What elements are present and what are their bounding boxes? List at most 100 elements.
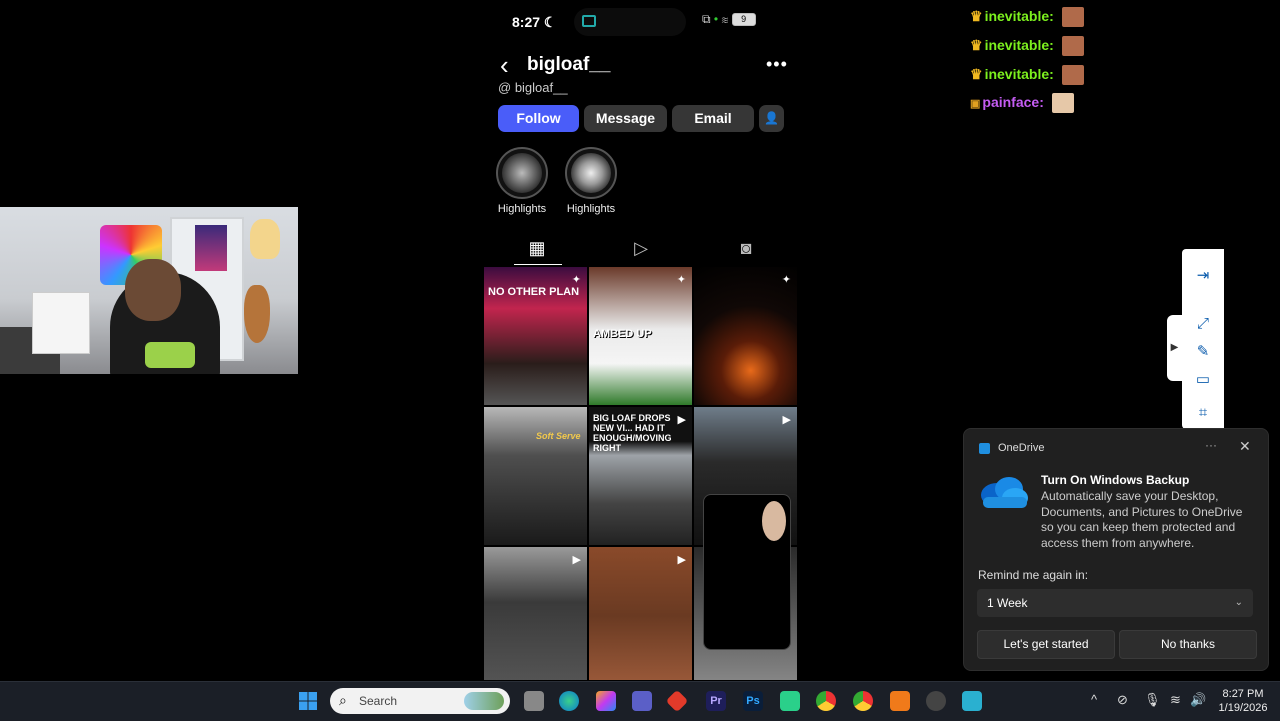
time-text: 8:27 xyxy=(512,14,541,30)
grid-tab-icon[interactable]: ▦ xyxy=(527,238,547,258)
expand-icon[interactable]: ⤢ xyxy=(1194,315,1212,333)
app-icon[interactable] xyxy=(780,691,800,711)
pen-icon[interactable]: ✎ xyxy=(1194,343,1212,361)
clock[interactable]: 8:27 PM 1/19/2026 xyxy=(1214,687,1272,715)
wifi-icon[interactable]: ≋ xyxy=(1170,692,1181,708)
guitar xyxy=(244,285,270,343)
app-icon[interactable] xyxy=(890,691,910,711)
chat-user: inevitable: xyxy=(984,66,1054,82)
threads-icon: @ xyxy=(498,80,515,95)
search-icon: ⌕ xyxy=(339,692,347,708)
notification-title: Turn On Windows Backup xyxy=(1041,473,1190,487)
microphone-icon[interactable]: 🎙 xyxy=(1144,692,1161,708)
app-icon[interactable] xyxy=(962,691,982,711)
premiere-icon[interactable]: Pr xyxy=(706,691,726,711)
highlight-label: Highlights xyxy=(497,203,547,215)
edge-icon[interactable] xyxy=(559,691,579,711)
chevron-down-icon: ⌄ xyxy=(1234,597,1243,608)
search-placeholder: Search xyxy=(359,694,398,708)
teams-icon[interactable] xyxy=(632,691,652,711)
volume-icon[interactable]: 🔊 xyxy=(1190,692,1206,708)
taskbar-search[interactable]: ⌕ Search xyxy=(330,688,510,714)
remind-value: 1 Week xyxy=(987,596,1028,610)
post-caption: AMBED UP xyxy=(593,328,652,340)
chat-message: ♛ inevitable: xyxy=(970,63,1084,86)
start-icon[interactable] xyxy=(298,691,318,711)
chrome-icon[interactable] xyxy=(853,691,873,711)
highlight-2[interactable] xyxy=(565,147,617,199)
reel-icon: ▶ xyxy=(677,414,686,426)
pin-icon: ✦ xyxy=(571,274,581,286)
copilot-icon[interactable] xyxy=(596,691,616,711)
post-3[interactable]: ✦ xyxy=(694,267,797,405)
no-thanks-button[interactable]: No thanks xyxy=(1119,630,1257,659)
clock-date: 1/19/2026 xyxy=(1218,702,1268,714)
post-2[interactable]: AMBED UP ✦ xyxy=(589,267,692,405)
add-user-icon[interactable]: 👤 xyxy=(759,105,784,132)
crown-icon: ♛ xyxy=(970,37,983,53)
chat-user: inevitable: xyxy=(984,37,1054,53)
exit-icon[interactable]: ⇥ xyxy=(1194,267,1212,285)
back-arrow-icon[interactable]: ‹ xyxy=(500,52,509,78)
post-1[interactable]: NO OTHER PLAN ✦ xyxy=(484,267,587,405)
emote-icon xyxy=(1061,65,1084,86)
facetime-pip[interactable] xyxy=(703,494,791,650)
threads-handle[interactable]: @ bigloaf__ xyxy=(498,80,568,95)
app-icon[interactable] xyxy=(665,689,689,713)
profile-username: bigloaf__ xyxy=(527,54,611,75)
webcam-feed xyxy=(0,207,298,374)
follow-button[interactable]: Follow xyxy=(498,105,579,132)
mirror-icon: ⧉ xyxy=(702,12,711,26)
task-view-icon[interactable] xyxy=(524,691,544,711)
post-5[interactable]: BIG LOAF DROPS NEW VI... HAD IT ENOUGH/M… xyxy=(589,407,692,545)
shelf xyxy=(32,292,90,354)
highlight-1[interactable] xyxy=(496,147,548,199)
reels-tab-icon[interactable]: ▷ xyxy=(631,238,651,258)
status-icons: ⧉ • ≋ 9 xyxy=(702,12,756,27)
pin-icon: ✦ xyxy=(781,274,791,286)
crown-icon: ♛ xyxy=(970,66,983,82)
post-8[interactable]: ▶ xyxy=(589,547,692,680)
bear-poster xyxy=(250,219,280,259)
post-4[interactable]: Soft Serve xyxy=(484,407,587,545)
highlight-cover xyxy=(502,153,542,193)
phone-mirror: 8:27 ☾ ⧉ • ≋ 9 ‹ bigloaf__ ••• @ bigloaf… xyxy=(484,0,798,680)
crop-icon[interactable]: ⌗ xyxy=(1194,404,1212,422)
reel-icon: ▶ xyxy=(677,554,686,566)
chrome-icon[interactable] xyxy=(816,691,836,711)
rect-select-icon[interactable]: ▭ xyxy=(1194,371,1212,389)
more-options-icon[interactable]: ··· xyxy=(1205,438,1217,452)
clock-time: 8:27 PM xyxy=(1222,688,1264,700)
reel-icon: ▶ xyxy=(572,554,581,566)
pin-icon: ✦ xyxy=(676,274,686,286)
moon-icon: ☾ xyxy=(543,14,557,30)
more-options-icon[interactable]: ••• xyxy=(766,54,788,75)
chevron-up-icon[interactable]: ^ xyxy=(1091,692,1097,707)
snip-toolbar: ⇥ ⤢ ✎ ▭ ⌗ xyxy=(1182,249,1224,429)
message-button[interactable]: Message xyxy=(584,105,667,132)
tagged-tab-icon[interactable]: ◙ xyxy=(736,238,756,258)
photoshop-icon[interactable]: Ps xyxy=(743,691,763,711)
remind-select[interactable]: 1 Week ⌄ xyxy=(977,589,1253,617)
highlight-cover xyxy=(571,153,611,193)
chat-message: ♛ inevitable: xyxy=(970,34,1084,57)
toolbar-expand-tab[interactable]: ▶ xyxy=(1167,315,1182,381)
reel-icon: ▶ xyxy=(782,414,791,426)
close-icon[interactable]: ✕ xyxy=(1239,438,1251,455)
poster xyxy=(195,225,227,271)
screen-mirror-icon xyxy=(582,15,596,27)
highlight-label: Highlights xyxy=(566,203,616,215)
get-started-button[interactable]: Let's get started xyxy=(977,630,1115,659)
app-icon[interactable] xyxy=(926,691,946,711)
notifications-off-icon[interactable]: ⊘ xyxy=(1117,692,1128,708)
email-button[interactable]: Email xyxy=(672,105,754,132)
battery-icon: 9 xyxy=(731,13,756,27)
tab-underline xyxy=(514,264,562,265)
onedrive-cloud-icon xyxy=(981,477,1028,508)
post-7[interactable]: ▶ xyxy=(484,547,587,680)
chat-user: inevitable: xyxy=(984,8,1054,24)
emote-icon xyxy=(1061,36,1084,57)
wifi-icon: ≋ xyxy=(721,12,729,26)
remind-label: Remind me again in: xyxy=(978,568,1089,582)
onedrive-notification: OneDrive ··· ✕ Turn On Windows Backup Au… xyxy=(963,428,1269,671)
